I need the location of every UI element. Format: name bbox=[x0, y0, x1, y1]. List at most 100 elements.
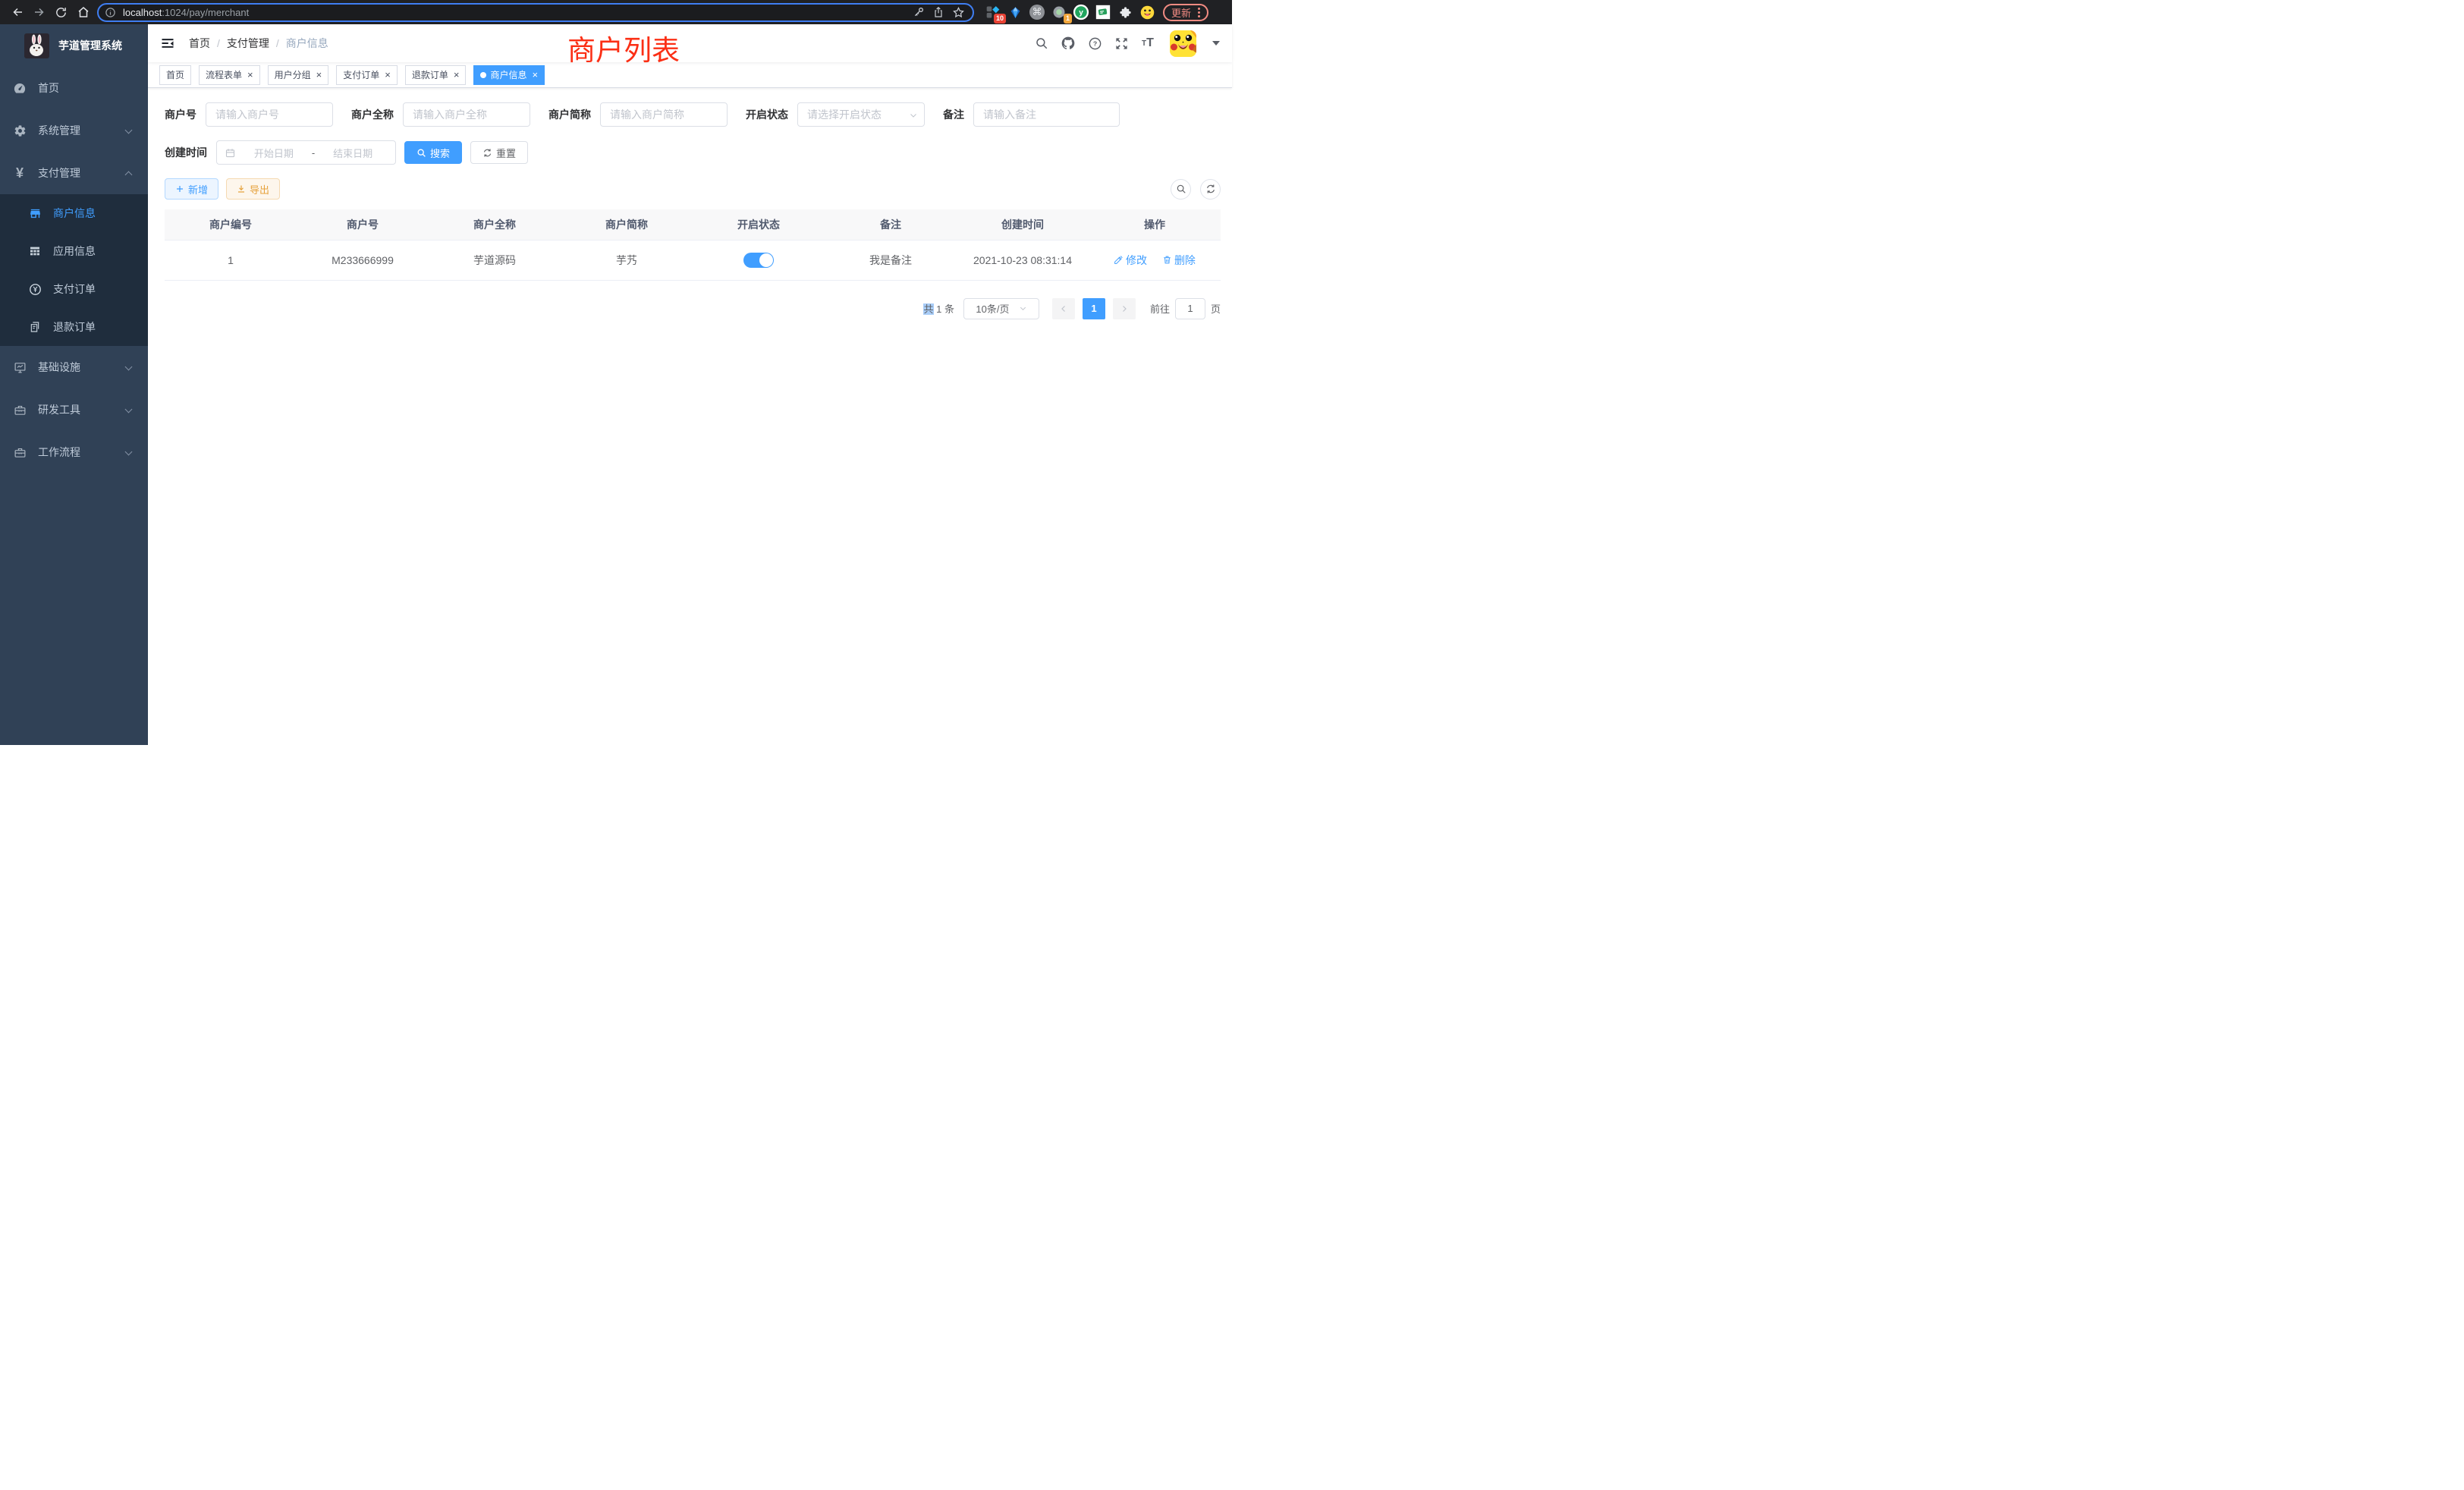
col-header: 商户简称 bbox=[561, 209, 693, 240]
status-switch[interactable] bbox=[743, 253, 774, 268]
next-page-button[interactable] bbox=[1113, 298, 1136, 319]
tab-home[interactable]: 首页 bbox=[159, 65, 191, 85]
tab-user-group[interactable]: 用户分组× bbox=[268, 65, 329, 85]
font-size-button[interactable]: TT bbox=[1140, 36, 1155, 51]
goto-page-input[interactable] bbox=[1175, 298, 1205, 319]
monitor-icon bbox=[13, 360, 27, 374]
filter-create-time: 创建时间 开始日期 - 结束日期 bbox=[165, 140, 396, 165]
tab-process-form[interactable]: 流程表单× bbox=[199, 65, 260, 85]
extension-tiles-icon[interactable]: 10 bbox=[985, 4, 1001, 20]
top-navbar: 首页 / 支付管理 / 商户信息 ? TT bbox=[148, 24, 1232, 62]
date-end-placeholder: 结束日期 bbox=[318, 146, 388, 160]
date-range-picker[interactable]: 开始日期 - 结束日期 bbox=[216, 140, 396, 165]
close-icon[interactable]: × bbox=[454, 70, 460, 80]
hamburger-icon bbox=[160, 36, 175, 51]
chevron-right-icon bbox=[1120, 304, 1129, 313]
cell-merchant-id: 1 bbox=[165, 240, 297, 280]
sidebar-item-home[interactable]: 首页 bbox=[0, 67, 148, 109]
sidebar-toggle-button[interactable] bbox=[160, 35, 177, 52]
sidebar-logo[interactable]: 芋道管理系统 bbox=[0, 24, 148, 67]
close-icon[interactable]: × bbox=[385, 70, 391, 80]
extension-gem-icon[interactable] bbox=[1007, 4, 1023, 20]
filter-label: 开启状态 bbox=[746, 107, 797, 122]
active-tab-dot bbox=[480, 72, 486, 78]
avatar-caret-down-icon[interactable] bbox=[1212, 41, 1220, 46]
extensions-puzzle-icon[interactable] bbox=[1117, 4, 1133, 20]
github-link[interactable] bbox=[1061, 36, 1076, 51]
remark-input[interactable] bbox=[973, 102, 1120, 127]
url-host: localhost bbox=[123, 7, 162, 18]
page-size-select[interactable]: 10条/页 bbox=[963, 298, 1039, 319]
home-icon bbox=[77, 5, 90, 19]
tab-refund-order[interactable]: 退款订单× bbox=[405, 65, 467, 85]
reset-button[interactable]: 重置 bbox=[470, 141, 528, 164]
tab-merchant-info[interactable]: 商户信息× bbox=[473, 65, 545, 85]
user-avatar[interactable] bbox=[1170, 30, 1196, 57]
close-icon[interactable]: × bbox=[247, 70, 253, 80]
sidebar: 芋道管理系统 首页 系统管理 ¥ 支付管理 bbox=[0, 24, 148, 745]
filter-full-name: 商户全称 bbox=[351, 102, 530, 127]
chevron-down-icon bbox=[1019, 304, 1027, 313]
toggle-search-button[interactable] bbox=[1171, 179, 1191, 200]
header-search-button[interactable] bbox=[1034, 36, 1049, 51]
extension-command-icon[interactable]: ⌘ bbox=[1029, 4, 1045, 20]
password-key-icon[interactable] bbox=[909, 5, 929, 20]
page-number-active[interactable]: 1 bbox=[1083, 298, 1105, 319]
site-info-icon[interactable] bbox=[102, 5, 118, 20]
browser-home-button[interactable] bbox=[72, 2, 94, 23]
sidebar-item-pay-order[interactable]: 支付订单 bbox=[0, 270, 148, 308]
share-icon[interactable] bbox=[929, 5, 948, 20]
export-button[interactable]: 导出 bbox=[226, 178, 280, 200]
sidebar-item-workflow[interactable]: 工作流程 bbox=[0, 431, 148, 473]
browser-back-button[interactable] bbox=[6, 2, 28, 23]
sidebar-item-merchant-info[interactable]: 商户信息 bbox=[0, 194, 148, 232]
browser-forward-button[interactable] bbox=[28, 2, 50, 23]
sidebar-item-label: 基础设施 bbox=[38, 360, 80, 375]
search-icon bbox=[1176, 184, 1186, 194]
sidebar-item-label: 应用信息 bbox=[53, 244, 96, 259]
bookmark-star-icon[interactable] bbox=[948, 5, 968, 20]
avatar-pikachu-image bbox=[1170, 30, 1196, 57]
tab-pay-order[interactable]: 支付订单× bbox=[336, 65, 398, 85]
tags-view: 首页 流程表单× 用户分组× 支付订单× 退款订单× 商户信息× bbox=[148, 62, 1232, 88]
filter-short-name: 商户简称 bbox=[548, 102, 728, 127]
sidebar-item-payment[interactable]: ¥ 支付管理 bbox=[0, 152, 148, 194]
payment-submenu: 商户信息 应用信息 支付订单 bbox=[0, 194, 148, 346]
browser-reload-button[interactable] bbox=[50, 2, 72, 23]
filter-row-1: 商户号 商户全称 商户简称 开启状态 请选择开启状态 bbox=[165, 102, 1221, 127]
sidebar-item-infrastructure[interactable]: 基础设施 bbox=[0, 346, 148, 388]
url-bar[interactable]: localhost:1024/pay/merchant bbox=[97, 3, 974, 22]
edit-link[interactable]: 修改 bbox=[1114, 253, 1147, 268]
browser-update-button[interactable]: 更新 bbox=[1163, 4, 1208, 21]
delete-link[interactable]: 删除 bbox=[1162, 253, 1196, 268]
extension-recorder-icon[interactable]: 1 bbox=[1051, 4, 1067, 20]
help-button[interactable]: ? bbox=[1087, 36, 1102, 51]
sidebar-item-dev-tools[interactable]: 研发工具 bbox=[0, 388, 148, 431]
short-name-input[interactable] bbox=[600, 102, 728, 127]
cell-merchant-no: M233666999 bbox=[297, 240, 429, 280]
refresh-table-button[interactable] bbox=[1200, 179, 1221, 200]
breadcrumb-home[interactable]: 首页 bbox=[189, 36, 210, 51]
sidebar-item-system[interactable]: 系统管理 bbox=[0, 109, 148, 152]
sidebar-item-refund-order[interactable]: 退款订单 bbox=[0, 308, 148, 346]
close-icon[interactable]: × bbox=[532, 70, 538, 80]
add-button[interactable]: 新增 bbox=[165, 178, 218, 200]
yen-icon: ¥ bbox=[13, 166, 27, 180]
svg-text:?: ? bbox=[1092, 39, 1096, 47]
cell-remark: 我是备注 bbox=[825, 240, 957, 280]
extension-emoji-icon[interactable] bbox=[1139, 4, 1155, 20]
status-select[interactable]: 请选择开启状态 bbox=[797, 102, 925, 127]
breadcrumb-payment[interactable]: 支付管理 bbox=[227, 36, 269, 51]
close-icon[interactable]: × bbox=[316, 70, 322, 80]
col-header: 备注 bbox=[825, 209, 957, 240]
browser-menu-kebab-icon[interactable] bbox=[1198, 8, 1200, 17]
sidebar-item-label: 退款订单 bbox=[53, 319, 96, 335]
sidebar-item-app-info[interactable]: 应用信息 bbox=[0, 232, 148, 270]
extension-y-icon[interactable]: y bbox=[1073, 4, 1089, 20]
merchant-no-input[interactable] bbox=[206, 102, 333, 127]
full-name-input[interactable] bbox=[403, 102, 530, 127]
extension-chat-icon[interactable] bbox=[1095, 4, 1111, 20]
fullscreen-button[interactable] bbox=[1114, 36, 1129, 51]
search-button[interactable]: 搜索 bbox=[404, 141, 462, 164]
prev-page-button[interactable] bbox=[1052, 298, 1075, 319]
